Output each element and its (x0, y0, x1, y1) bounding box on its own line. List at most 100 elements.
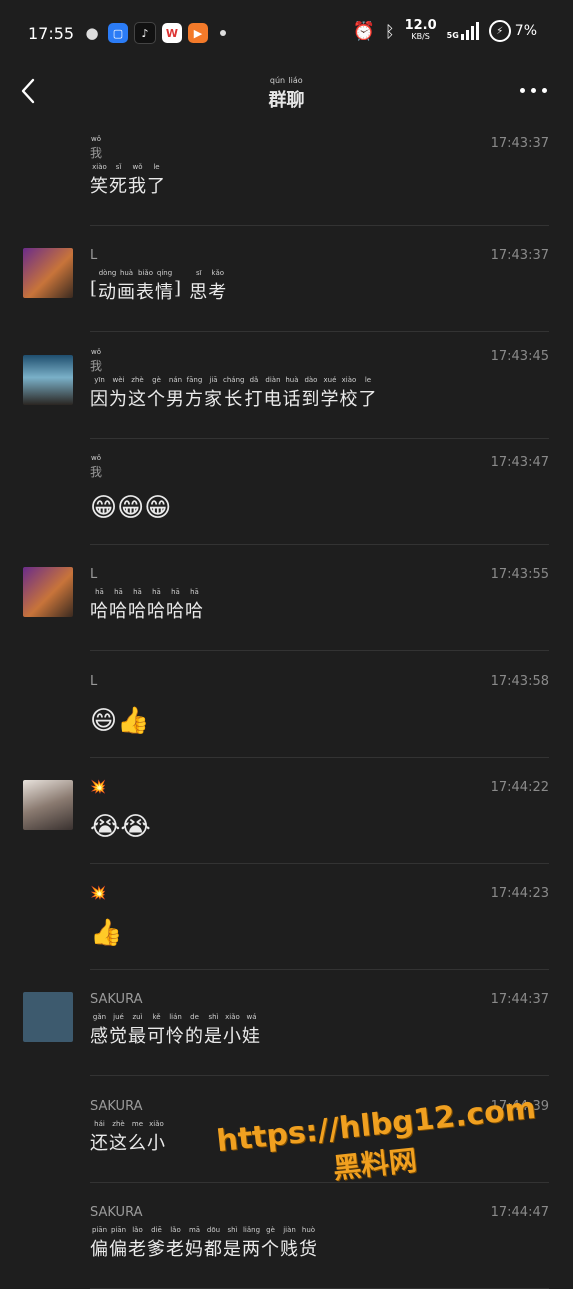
ruby-char: liǎng 两 (242, 1225, 261, 1261)
sender-name: SAKURA (90, 992, 143, 1008)
pinyin: hā (190, 588, 199, 597)
hanzi: 妈 (185, 1239, 204, 1260)
ruby-char: shì 是 (223, 1225, 242, 1261)
message-item[interactable]: wǒ 我 17:43:45 yīn 因 wèi 为 zhè 这 gè 个 nán 男 fāng 方 jiā 家 c… (0, 333, 573, 439)
pinyin: wǒ (91, 453, 102, 462)
hanzi: 可 (147, 1026, 166, 1048)
pinyin: shì (208, 1013, 219, 1022)
message-text[interactable]: [dòng 动 huà 画 biǎo 表 qíng 情] sī 思 kǎo 考 (90, 268, 227, 304)
avatar[interactable] (23, 354, 73, 405)
title-pinyin: qún (269, 76, 286, 85)
pinyin: xiào (92, 163, 107, 171)
hanzi: 娃 (242, 1026, 261, 1048)
hanzi: 死 (109, 176, 128, 197)
message-item[interactable]: 💥 17:44:23 👍 (0, 864, 573, 971)
ruby-char: hā 哈 (166, 587, 185, 623)
ruby-char: xiào 校 (339, 375, 358, 411)
message-text[interactable]: hā 哈 hā 哈 hā 哈 hā 哈 hā 哈 hā 哈 (90, 587, 204, 623)
pinyin: wǒ (132, 163, 143, 171)
message-text[interactable]: xiào 笑 sǐ 死 wǒ 我 le 了 (90, 162, 166, 198)
status-right: ⏰ ᛒ 12.0 KB/S 5G ⚡ 7% (353, 19, 537, 42)
hanzi: 的 (185, 1026, 204, 1048)
ruby-char: piān 偏 (90, 1225, 109, 1261)
avatar[interactable] (23, 567, 73, 618)
ruby-char: jué 觉 (109, 1012, 128, 1048)
message-item[interactable]: wǒ 我 17:43:47 😁😁😁 (0, 439, 573, 545)
message-item[interactable]: L 17:43:37 [dòng 动 huà 画 biǎo 表 qíng 情] sī 思 kǎo 考 (0, 226, 573, 333)
hanzi: 个 (261, 1239, 280, 1260)
message-text[interactable]: piān 偏 piān 偏 lǎo 老 diē 爹 lǎo 老 mā 妈 dōu 都 shì 是 liǎng 两 g… (90, 1225, 318, 1261)
ruby-char: dòng 动 (98, 268, 117, 304)
message-time: 17:43:47 (490, 454, 549, 470)
message-text[interactable]: yīn 因 wèi 为 zhè 这 gè 个 nán 男 fāng 方 jiā 家 cháng 长 dǎ 打 dià… (90, 375, 377, 411)
message-item[interactable]: wǒ 我 17:43:37 xiào 笑 sǐ 死 wǒ 我 le 了 (0, 120, 573, 226)
battery-percent: 7% (514, 23, 537, 39)
pinyin: wǒ (91, 135, 102, 143)
message-item[interactable]: L 17:43:58 😄👍 (0, 652, 573, 758)
message-text[interactable]: hái 还 zhè 这 me 么 xiǎo 小 (90, 1119, 166, 1155)
pinyin: jiā (209, 375, 218, 384)
hanzi: 打 (244, 388, 264, 410)
ruby-char: wǒ 我 (90, 134, 102, 161)
avatar[interactable] (23, 248, 73, 299)
pinyin: liǎng (242, 1226, 261, 1234)
hanzi: 哈 (90, 601, 109, 623)
ruby-char: dào 到 (301, 375, 320, 411)
pinyin: lǎo (132, 1226, 143, 1234)
hanzi: 最 (128, 1026, 147, 1048)
hanzi: 爹 (147, 1239, 166, 1260)
hanzi: 表 (136, 282, 156, 304)
ruby-char: xiào 笑 (90, 162, 109, 198)
message-text[interactable]: gǎn 感 jué 觉 zuì 最 kě 可 lián 怜 de 的 shì 是 xiǎo 小 wá 娃 (90, 1012, 261, 1048)
title-char: qún 群 (269, 76, 287, 112)
ruby-char: huà 画 (117, 268, 136, 304)
ruby-char: cháng 长 (223, 375, 244, 411)
ruby-char: wǒ 我 (90, 347, 102, 374)
message-time: 17:43:37 (490, 136, 549, 151)
hanzi: 老 (128, 1239, 147, 1260)
hanzi: 这 (128, 388, 147, 410)
hanzi: 电 (263, 388, 283, 410)
ruby-char: hā 哈 (185, 587, 204, 623)
message-time: 17:43:45 (490, 348, 549, 364)
message-item[interactable]: SAKURA 17:44:37 gǎn 感 jué 觉 zuì 最 kě 可 lián 怜 de 的 shì… (0, 970, 573, 1077)
ruby-char: yīn 因 (90, 375, 109, 411)
message-text[interactable]: 😭😭 (90, 812, 151, 842)
avatar[interactable] (23, 779, 73, 830)
message-text[interactable]: 👍 (90, 918, 122, 948)
title-char: liáo 聊 (287, 76, 305, 112)
pinyin: qíng (156, 269, 173, 278)
status-bar: 17:55 ● ▢ ♪ W ▶ ⏰ ᛒ 12.0 KB/S 5G ⚡ 7% (0, 0, 573, 66)
pinyin: lián (169, 1013, 182, 1022)
ruby-char: lián 怜 (166, 1012, 185, 1048)
pinyin: wèi (112, 375, 125, 384)
pinyin: hā (114, 588, 123, 597)
message-item[interactable]: SAKURA 17:44:47 piān 偏 piān 偏 lǎo 老 diē 爹 lǎo 老 mā 妈 d… (0, 1183, 573, 1289)
message-text[interactable]: 😄👍 (90, 706, 149, 736)
message-item[interactable]: L 17:43:55 hā 哈 hā 哈 hā 哈 hā 哈 hā 哈 hā 哈 (0, 545, 573, 652)
pinyin: diàn (265, 375, 281, 384)
pinyin: diē (151, 1226, 162, 1234)
message-time: 17:44:47 (490, 1205, 549, 1220)
pinyin: dōu (206, 1226, 221, 1234)
ruby-char: fāng 方 (185, 375, 204, 411)
pinyin: me (131, 1119, 144, 1128)
pinyin: dǎ (249, 375, 259, 384)
notification-icons: ● ▢ ♪ W ▶ (82, 22, 226, 44)
ruby-char: hā 哈 (90, 587, 109, 623)
pinyin: le (153, 163, 160, 171)
avatar[interactable] (23, 992, 73, 1043)
message-time: 17:43:58 (490, 673, 549, 689)
ruby-char: biǎo 表 (136, 268, 155, 304)
more-options-icon[interactable] (520, 88, 547, 93)
pinyin: huà (119, 269, 134, 278)
ruby-char: qíng 情 (155, 268, 174, 304)
hanzi: 偏 (90, 1239, 109, 1260)
message-text[interactable]: 😁😁😁 (90, 493, 171, 523)
message-item[interactable]: 💥 17:44:22 😭😭 (0, 758, 573, 864)
pinyin: fāng (186, 375, 203, 384)
hanzi: 么 (128, 1132, 147, 1154)
pinyin: zhè (131, 375, 144, 384)
hanzi: ] (174, 278, 183, 300)
hanzi: 话 (282, 388, 302, 410)
